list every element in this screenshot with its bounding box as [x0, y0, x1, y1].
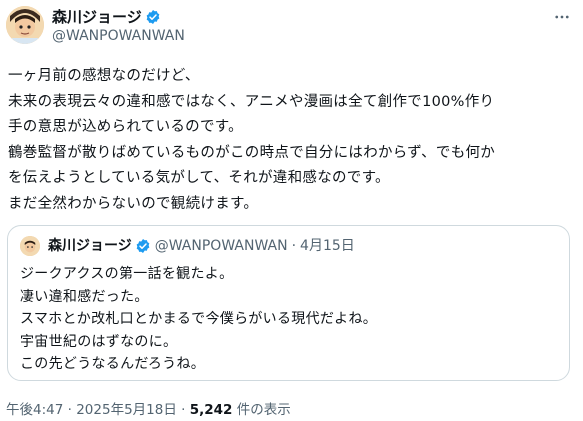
quoted-author-avatar [20, 236, 40, 256]
tweet-line: を伝えようとしている気がして、それが違和感なのです。 [8, 170, 390, 186]
author-avatar[interactable] [6, 6, 44, 44]
post-date[interactable]: 2025年5月18日 [76, 402, 177, 418]
tweet-line: 鶴巻監督が散りばめているものがこの時点で自分にはわからず、でも何か [8, 144, 496, 161]
post-time[interactable]: 午後4:47 [6, 402, 63, 418]
quoted-date: 4月15日 [300, 238, 355, 254]
views-count: 5,242 [189, 402, 233, 418]
verified-badge-icon [135, 238, 151, 254]
separator-dot: · [291, 238, 297, 254]
author-handle[interactable]: @WANPOWANWAN [52, 27, 185, 45]
quoted-header: 森川ジョージ @WANPOWANWAN · 4月15日 [48, 237, 355, 255]
tweet-line: まだ全然わからないので観続けます。 [8, 195, 259, 212]
quoted-body: ジークアクスの第一話を観たよ。 凄い違和感だった。 スマホとか改札口とかまるで今… [20, 263, 560, 376]
separator-dot: · [67, 402, 72, 418]
quoted-line: スマホとか改札口とかまるで今僕らがいる現代だよね。 [20, 311, 378, 327]
verified-badge-icon [145, 9, 161, 25]
separator-dot: · [181, 402, 186, 418]
quoted-line: ジークアクスの第一話を観たよ。 [20, 266, 234, 282]
tweet-metadata: 午後4:47 · 2025年5月18日 · 5,242 件の表示 [6, 398, 291, 418]
quoted-tweet-card[interactable]: 森川ジョージ @WANPOWANWAN · 4月15日 ジークアクスの第一話を観… [7, 225, 570, 381]
author-display-name[interactable]: 森川ジョージ [52, 8, 142, 26]
tweet-line: 一ヶ月前の感想なのだけど、 [8, 68, 200, 84]
tweet-body: 一ヶ月前の感想なのだけど、 未来の表現云々の違和感ではなく、アニメや漫画は全て創… [8, 64, 578, 217]
author-name-row: 森川ジョージ [52, 8, 161, 26]
views-label: 件の表示 [236, 402, 291, 418]
more-options-icon[interactable] [553, 8, 571, 30]
quoted-line: 凄い違和感だった。 [20, 288, 149, 305]
quoted-line: 宇宙世紀のはずなのに。 [20, 333, 178, 350]
tweet-line: 未来の表現云々の違和感ではなく、アニメや漫画は全て創作で100%作り [8, 93, 495, 110]
quoted-line: この先どうなるんだろうね。 [20, 356, 206, 372]
quoted-handle: @WANPOWANWAN [154, 238, 288, 254]
tweet-line: 手の意思が込められているのです。 [8, 119, 243, 135]
quoted-display-name: 森川ジョージ [48, 238, 132, 254]
